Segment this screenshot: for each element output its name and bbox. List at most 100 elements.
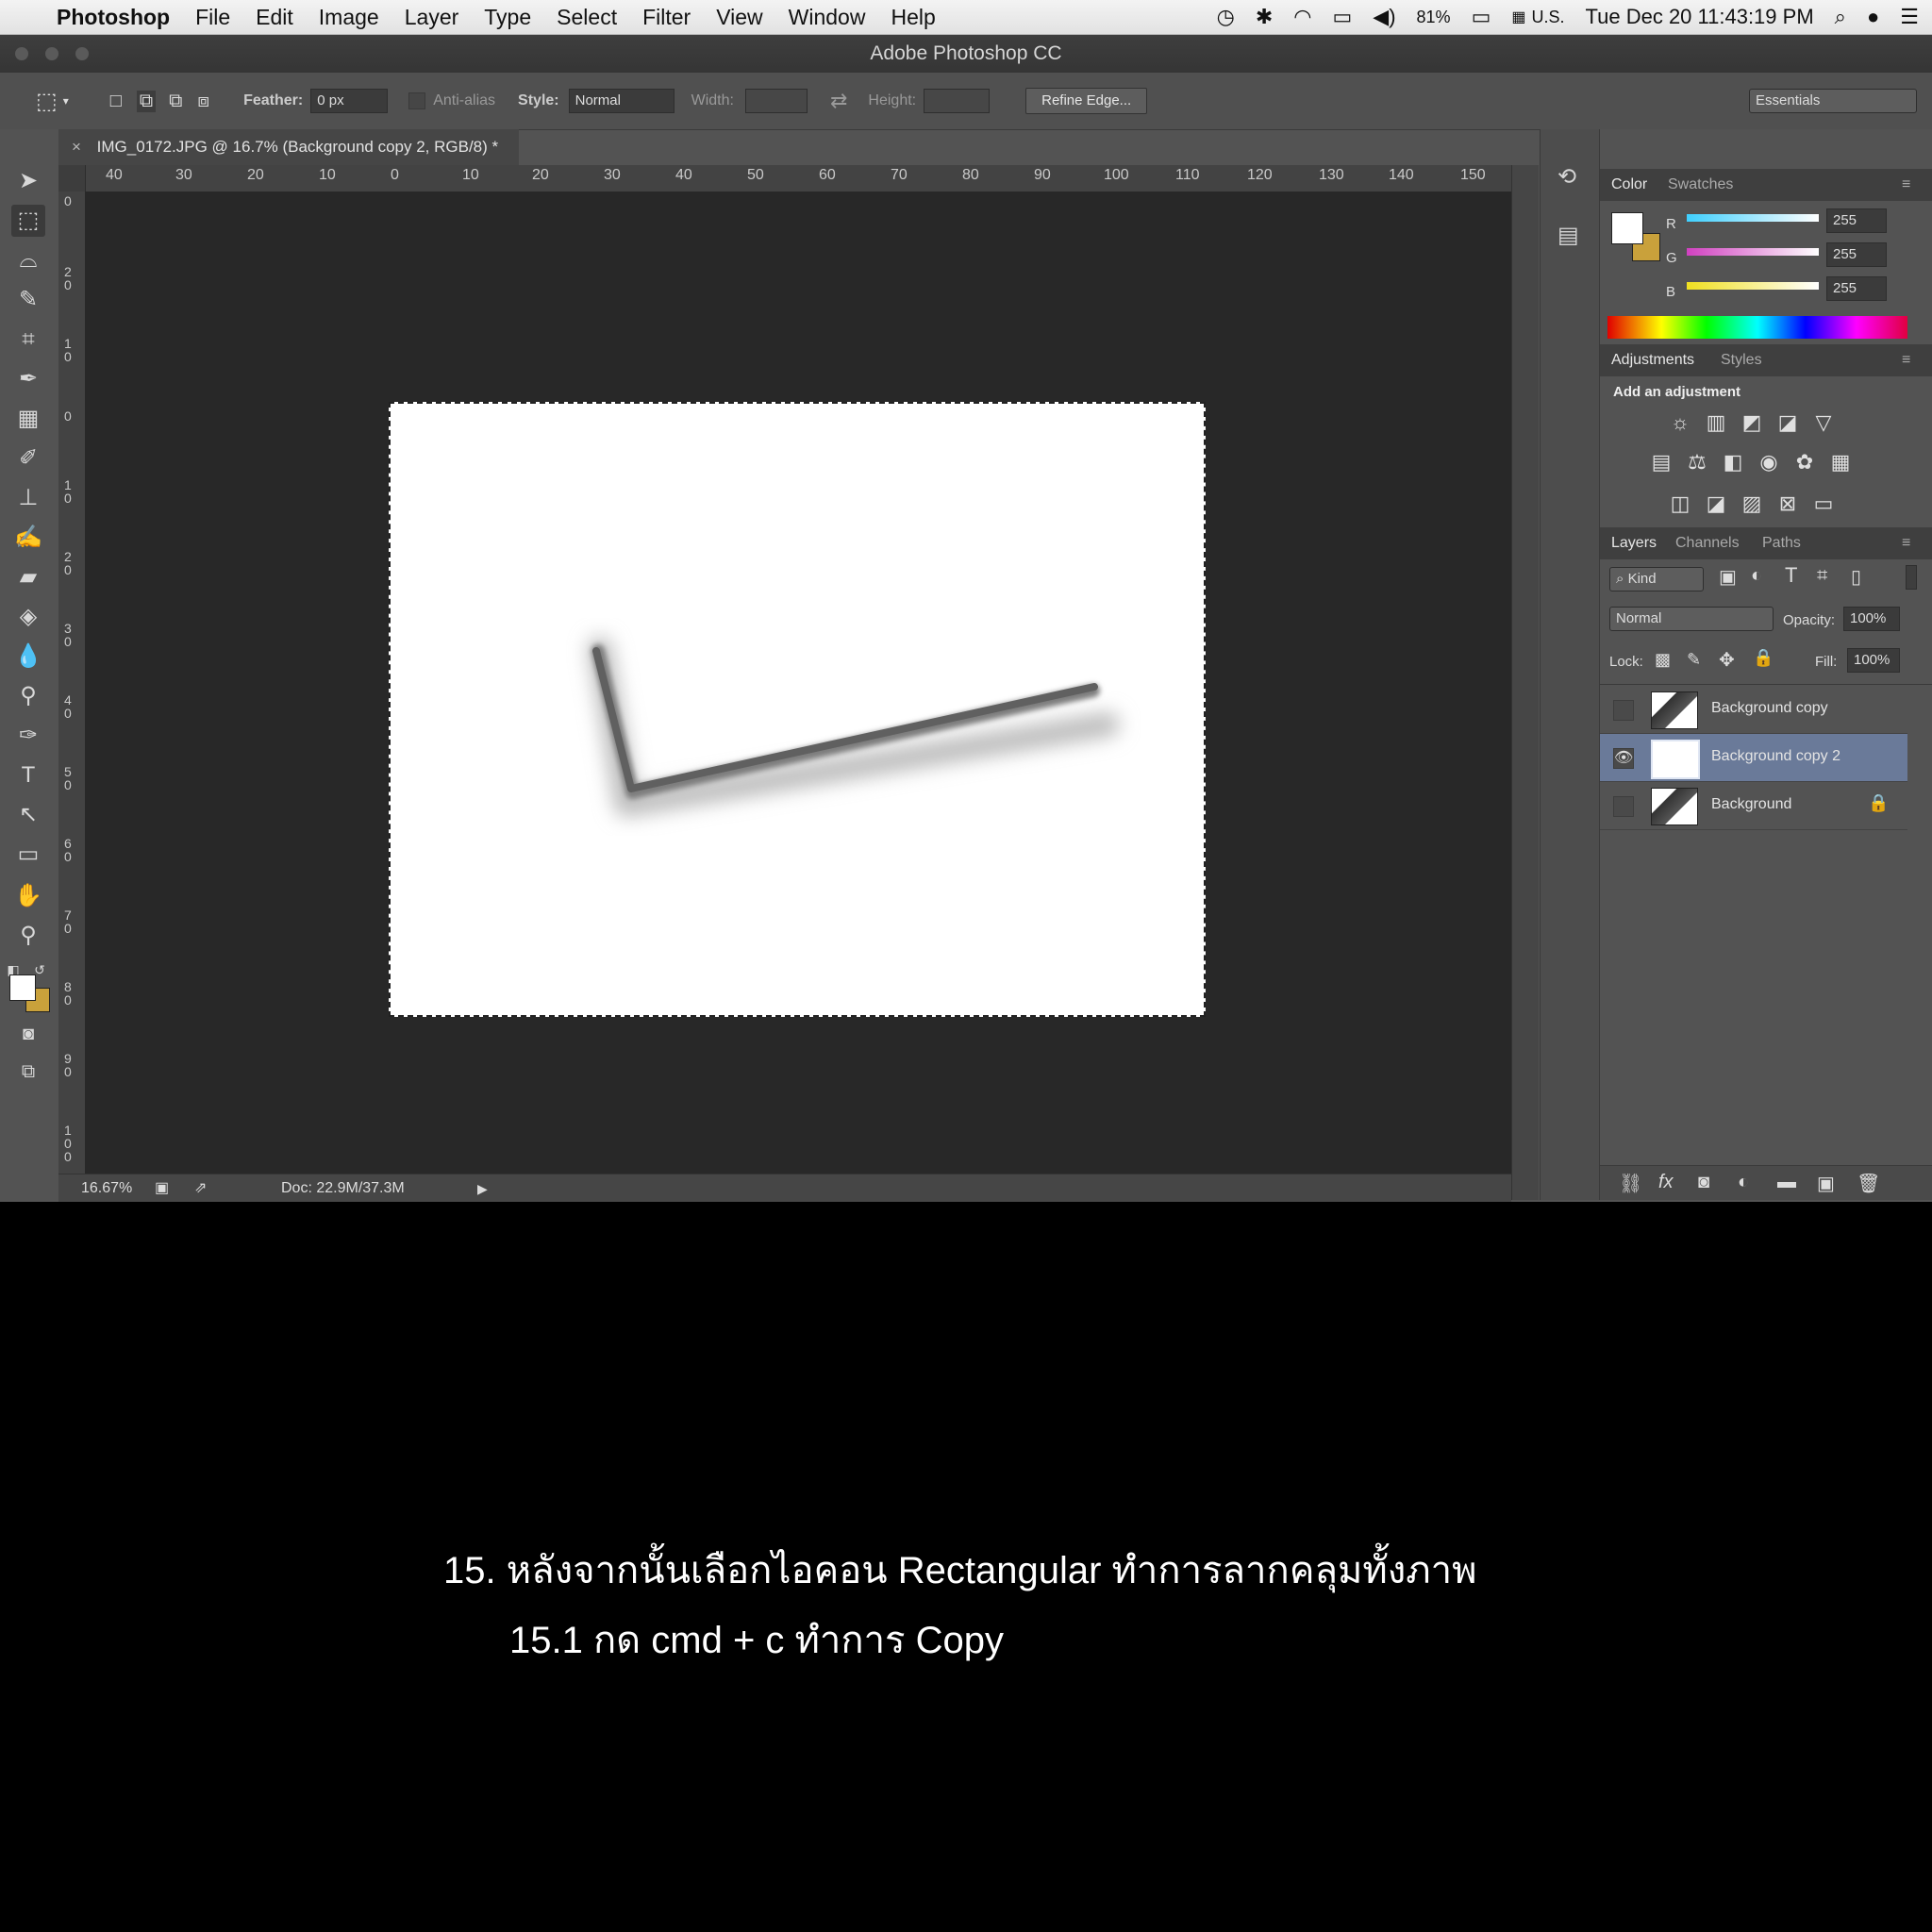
layer-name[interactable]: Background xyxy=(1711,796,1791,813)
trash-icon[interactable]: 🗑 xyxy=(1857,1172,1880,1195)
filter-shape-icon[interactable]: ⌗ xyxy=(1817,565,1827,587)
siri-icon[interactable]: ● xyxy=(1867,5,1879,29)
zoom-window-icon[interactable] xyxy=(75,47,89,60)
properties-panel-icon[interactable]: ▤ xyxy=(1557,222,1579,249)
selective-color-icon[interactable]: ⊠ xyxy=(1774,490,1802,518)
panel-menu-icon[interactable]: ≡ xyxy=(1902,352,1910,369)
green-slider[interactable] xyxy=(1687,248,1819,256)
fill-input[interactable]: 100% xyxy=(1847,648,1900,673)
menu-window[interactable]: Window xyxy=(789,5,866,30)
foreground-color-swatch[interactable] xyxy=(9,974,36,1001)
menu-edit[interactable]: Edit xyxy=(256,5,293,30)
vibrance-icon[interactable]: ▽ xyxy=(1809,408,1838,437)
pen-tool-icon[interactable]: ✑ xyxy=(11,720,45,752)
zoom-level[interactable]: 16.67% xyxy=(81,1174,132,1203)
quick-mask-icon[interactable]: ◙ xyxy=(11,1018,45,1050)
new-group-icon[interactable]: ▬ xyxy=(1777,1172,1796,1193)
menu-filter[interactable]: Filter xyxy=(642,5,691,30)
link-layers-icon[interactable]: ⛓ xyxy=(1619,1172,1642,1195)
healing-brush-tool-icon[interactable]: ▦ xyxy=(11,403,45,435)
canvas-area[interactable] xyxy=(85,192,1511,1208)
input-source[interactable]: U.S. xyxy=(1531,8,1564,27)
feather-input[interactable]: 0 px xyxy=(310,89,389,113)
menu-help[interactable]: Help xyxy=(891,5,935,30)
new-layer-icon[interactable]: ▣ xyxy=(1817,1172,1835,1195)
opacity-input[interactable]: 100% xyxy=(1843,607,1900,631)
marquee-tool-preset-icon[interactable]: ⬚ xyxy=(36,88,58,115)
layer-thumbnail[interactable] xyxy=(1651,788,1698,825)
invert-icon[interactable]: ◫ xyxy=(1666,490,1694,518)
type-tool-icon[interactable]: T xyxy=(11,759,45,791)
eraser-tool-icon[interactable]: ▰ xyxy=(11,561,45,593)
battery-icon[interactable]: ▭ xyxy=(1472,5,1491,29)
new-adjustment-layer-icon[interactable]: ◐ xyxy=(1738,1172,1749,1193)
airplay-icon[interactable]: ▭ xyxy=(1332,5,1352,29)
blend-mode-select[interactable]: Normal xyxy=(1609,607,1774,631)
channel-mixer-icon[interactable]: ✿ xyxy=(1790,448,1819,476)
vertical-scrollbar[interactable] xyxy=(1511,165,1539,1200)
menu-image[interactable]: Image xyxy=(319,5,379,30)
hand-tool-icon[interactable]: ✋ xyxy=(11,880,45,912)
tab-color[interactable]: Color xyxy=(1611,176,1647,193)
flag-icon[interactable]: ▦ xyxy=(1511,8,1525,26)
color-spectrum-bar[interactable] xyxy=(1607,316,1907,339)
eyedropper-tool-icon[interactable]: ✒ xyxy=(11,363,45,395)
filter-adjustment-icon[interactable]: ◐ xyxy=(1751,565,1762,587)
close-window-icon[interactable] xyxy=(15,47,28,60)
subtract-from-selection-icon[interactable]: ⧉ xyxy=(169,91,182,112)
zoom-tool-icon[interactable]: ⚲ xyxy=(11,920,45,952)
green-value[interactable]: 255 xyxy=(1826,242,1887,267)
crop-tool-icon[interactable]: ⌗ xyxy=(11,324,45,356)
filter-type-icon[interactable]: T xyxy=(1785,563,1797,588)
layer-row-selected[interactable]: 👁 Background copy 2 xyxy=(1600,734,1907,782)
menu-layer[interactable]: Layer xyxy=(405,5,459,30)
lasso-tool-icon[interactable]: ⌓ xyxy=(11,244,45,276)
layer-row[interactable]: Background copy xyxy=(1600,686,1907,734)
layer-filter-kind-select[interactable]: ⌕ Kind xyxy=(1609,567,1704,591)
add-mask-icon[interactable]: ◙ xyxy=(1698,1172,1709,1193)
paint-bucket-tool-icon[interactable]: ◈ xyxy=(11,601,45,633)
lock-transparent-icon[interactable]: ▩ xyxy=(1655,650,1671,670)
antialias-checkbox[interactable] xyxy=(408,92,426,109)
layer-thumbnail[interactable] xyxy=(1651,691,1698,729)
preset-dropdown-icon[interactable]: ▾ xyxy=(63,94,69,108)
intersect-selection-icon[interactable]: ⧈ xyxy=(197,91,209,112)
filter-pixel-icon[interactable]: ▣ xyxy=(1719,565,1737,589)
document-tab[interactable]: × IMG_0172.JPG @ 16.7% (Background copy … xyxy=(58,129,519,165)
color-balance-icon[interactable]: ⚖ xyxy=(1683,448,1711,476)
layer-name[interactable]: Background copy 2 xyxy=(1711,748,1840,765)
screen-mode-icon[interactable]: ⧉ xyxy=(11,1056,45,1088)
lock-all-icon[interactable]: 🔒 xyxy=(1753,648,1774,668)
color-lookup-icon[interactable]: ▦ xyxy=(1826,448,1855,476)
fx-icon[interactable]: fx xyxy=(1658,1172,1674,1193)
layer-name[interactable]: Background copy xyxy=(1711,700,1828,717)
time-machine-icon[interactable]: ◷ xyxy=(1217,5,1235,29)
tab-channels[interactable]: Channels xyxy=(1675,535,1740,552)
blur-tool-icon[interactable]: 💧 xyxy=(11,641,45,673)
filter-toggle[interactable] xyxy=(1906,565,1917,590)
ruler-origin[interactable] xyxy=(58,165,86,192)
dodge-tool-icon[interactable]: ⚲ xyxy=(11,680,45,712)
panel-menu-icon[interactable]: ≡ xyxy=(1902,535,1910,552)
spotlight-icon[interactable]: ⌕ xyxy=(1835,5,1846,29)
menu-app-name[interactable]: Photoshop xyxy=(57,5,170,30)
tab-styles[interactable]: Styles xyxy=(1721,352,1762,369)
menu-view[interactable]: View xyxy=(716,5,762,30)
rectangular-marquee-tool-icon[interactable]: ⬚ xyxy=(11,205,45,237)
brush-tool-icon[interactable]: ✐ xyxy=(11,442,45,475)
wifi-icon[interactable]: ◠ xyxy=(1293,5,1311,29)
style-select[interactable]: Normal xyxy=(568,89,675,113)
gradient-map-icon[interactable]: ▭ xyxy=(1809,490,1838,518)
lock-pixels-icon[interactable]: ✎ xyxy=(1687,650,1701,670)
status-menu-arrow-icon[interactable]: ▶ xyxy=(477,1174,488,1203)
photo-filter-icon[interactable]: ◉ xyxy=(1755,448,1783,476)
add-to-selection-icon[interactable]: ⧉ xyxy=(136,90,157,112)
rectangle-tool-icon[interactable]: ▭ xyxy=(11,839,45,871)
history-panel-icon[interactable]: ⟲ xyxy=(1557,163,1576,191)
blue-slider[interactable] xyxy=(1687,282,1819,290)
clone-stamp-tool-icon[interactable]: ⊥ xyxy=(11,482,45,514)
black-white-icon[interactable]: ◧ xyxy=(1719,448,1747,476)
quick-selection-tool-icon[interactable]: ✎ xyxy=(11,284,45,316)
red-slider[interactable] xyxy=(1687,214,1819,222)
menu-select[interactable]: Select xyxy=(557,5,617,30)
